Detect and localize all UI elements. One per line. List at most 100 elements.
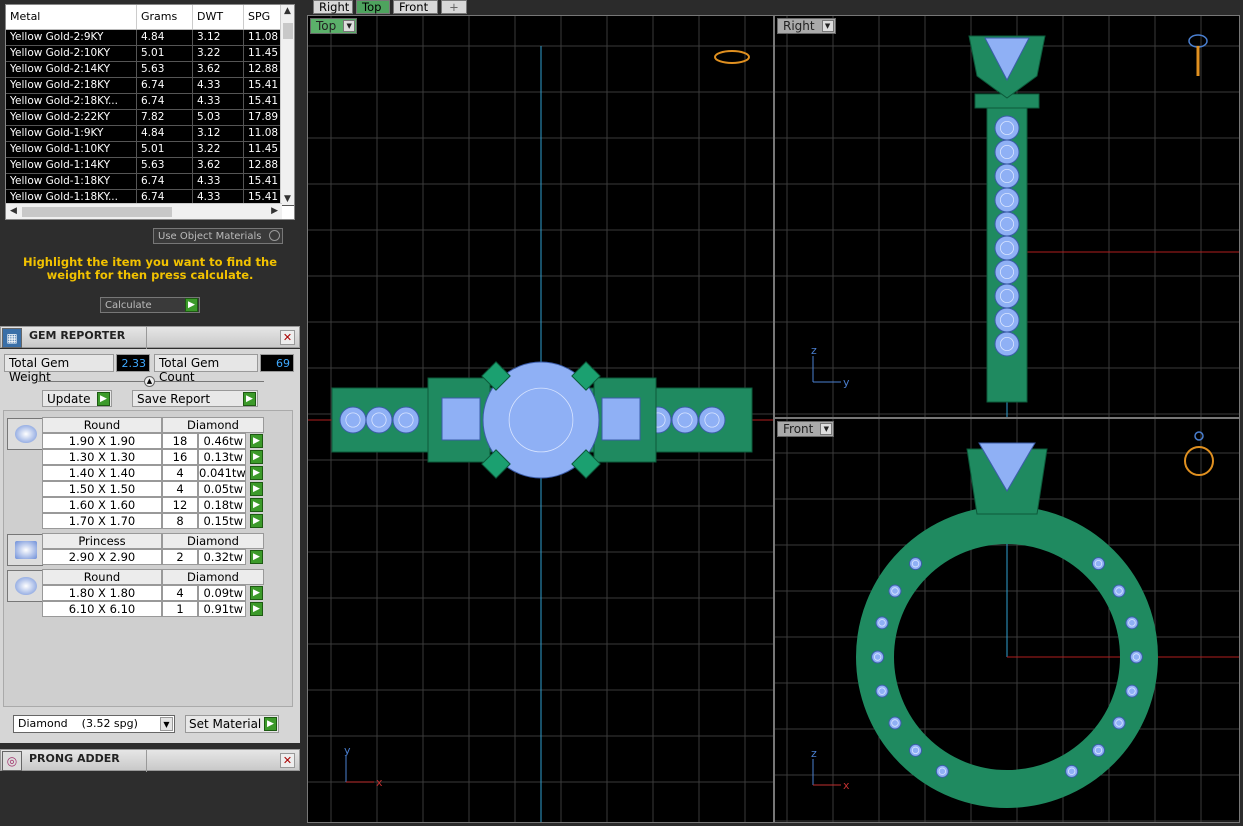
gem-stone [994,139,1020,165]
gem-stone [994,163,1020,189]
gem-size: 1.50 X 1.50 [42,481,162,497]
table-cell: 3.62 [193,158,244,173]
gem-count: 16 [162,449,198,465]
table-cell: Yellow Gold-2:10KY [6,46,137,61]
viewport-top-label[interactable]: Top ▼ [310,18,358,34]
top-view-canvas[interactable]: yx [308,16,774,823]
axis-label: y [344,744,351,757]
table-cell: 11.45 [244,142,282,157]
material-select[interactable]: Diamond (3.52 spg) ▼ [13,715,175,733]
gem-row[interactable]: 6.10 X 6.10 1 0.91tw ▶ [42,601,263,617]
toggle-indicator-icon [269,230,280,241]
table-row[interactable]: Yellow Gold-2:22KY 7.82 5.03 17.89 [6,110,294,126]
viewport-front-label[interactable]: Front ▼ [777,421,835,437]
gem-row[interactable]: 1.80 X 1.80 4 0.09tw ▶ [42,585,263,601]
gem-reporter-header[interactable]: ▦ GEM REPORTER ✕ [0,326,300,349]
table-row[interactable]: Yellow Gold-2:14KY 5.63 3.62 12.88 [6,62,294,78]
prong-adder-header[interactable]: ◎ PRONG ADDER ✕ [0,749,300,772]
table-cell: Yellow Gold-2:18KY [6,78,137,93]
gem-stone [909,743,923,757]
round-gem-icon[interactable] [7,570,43,602]
calculate-button[interactable]: Calculate ▶ [100,297,200,313]
gem-stone [909,557,923,571]
select-row-button[interactable]: ▶ [250,514,263,528]
add-tab-icon[interactable]: + [441,0,467,14]
select-row-button[interactable]: ▶ [250,550,263,564]
select-row-button[interactable]: ▶ [250,498,263,512]
divider [146,750,147,772]
metal-weight-table[interactable]: Metal Grams DWT SPG Yellow Gold-2:9KY 4.8… [5,4,295,220]
round-gem-icon[interactable] [7,418,43,450]
ring-right-view [968,35,1046,403]
set-material-button[interactable]: Set Material ▶ [185,715,279,733]
gem-row[interactable]: 1.60 X 1.60 12 0.18tw ▶ [42,497,263,513]
scroll-thumb[interactable] [283,23,293,39]
viewport-top[interactable]: yx Top ▼ [307,15,774,823]
chevron-down-icon: ▼ [160,717,173,731]
select-row-button[interactable]: ▶ [250,482,263,496]
table-row[interactable]: Yellow Gold-2:10KY 5.01 3.22 11.45 [6,46,294,62]
table-cell: 5.01 [137,142,193,157]
gem-shape-icon [15,541,37,559]
gem-row[interactable]: 1.50 X 1.50 4 0.05tw ▶ [42,481,263,497]
table-row[interactable]: Yellow Gold-1:14KY 5.63 3.62 12.88 [6,158,294,174]
right-view-canvas[interactable]: zy [775,16,1240,418]
viewport-tab-bar: Right Top Front + [300,0,1243,15]
collapse-icon[interactable]: ▲ [144,376,155,387]
table-cell: 12.88 [244,62,282,77]
table-row[interactable]: Yellow Gold-2:18KY 6.74 4.33 15.41 [6,78,294,94]
gem-row[interactable]: 1.70 X 1.70 8 0.15tw ▶ [42,513,263,529]
scroll-right-icon[interactable]: ▶ [271,206,278,216]
vertical-scrollbar[interactable]: ▲ ▼ [280,5,294,205]
use-object-materials-toggle[interactable]: Use Object Materials [153,228,283,244]
table-cell: 4.33 [193,78,244,93]
select-row-button[interactable]: ▶ [250,586,263,600]
gem-material: Diamond [162,533,264,549]
column-header-dwt[interactable]: DWT [193,5,244,29]
select-row-button[interactable]: ▶ [250,450,263,464]
table-row[interactable]: Yellow Gold-1:18KY 6.74 4.33 15.41 [6,174,294,190]
select-row-button[interactable]: ▶ [250,602,263,616]
table-cell: 4.84 [137,126,193,141]
select-row-button[interactable]: ▶ [250,466,263,480]
table-cell: 11.45 [244,46,282,61]
table-cell: 4.33 [193,174,244,189]
gem-row[interactable]: 1.30 X 1.30 16 0.13tw ▶ [42,449,263,465]
horizontal-scrollbar[interactable]: ◀ ▶ [6,203,282,219]
tab-front[interactable]: Front [393,0,438,14]
gem-weight: 0.13tw [198,449,246,465]
table-row[interactable]: Yellow Gold-2:9KY 4.84 3.12 11.08 [6,30,294,46]
column-header-metal[interactable]: Metal [6,5,137,29]
close-icon[interactable]: ✕ [280,330,295,345]
select-row-button[interactable]: ▶ [250,434,263,448]
viewport-front[interactable]: zx Front ▼ [774,418,1240,823]
gem-material: Diamond [162,417,264,433]
divider [146,327,147,349]
gem-row[interactable]: 2.90 X 2.90 2 0.32tw ▶ [42,549,263,565]
view-orientation-icon [1188,34,1208,48]
close-icon[interactable]: ✕ [280,753,295,768]
table-row[interactable]: Yellow Gold-1:9KY 4.84 3.12 11.08 [6,126,294,142]
gem-count: 4 [162,585,198,601]
gem-shape: Round [42,417,162,433]
save-report-button[interactable]: Save Report ▶ [132,390,258,407]
table-row[interactable]: Yellow Gold-2:18KY... 6.74 4.33 15.41 [6,94,294,110]
tab-top[interactable]: Top [356,0,390,14]
scroll-down-icon[interactable]: ▼ [284,194,291,204]
viewport-right-label[interactable]: Right ▼ [777,18,836,34]
update-button[interactable]: Update ▶ [42,390,112,407]
princess-gem-icon[interactable] [7,534,43,566]
scroll-left-icon[interactable]: ◀ [10,206,17,216]
table-cell: 17.89 [244,110,282,125]
front-view-canvas[interactable]: zx [775,419,1240,823]
table-row[interactable]: Yellow Gold-1:10KY 5.01 3.22 11.45 [6,142,294,158]
gem-row[interactable]: 1.40 X 1.40 4 0.041tw ▶ [42,465,263,481]
tab-right[interactable]: Right [313,0,353,14]
column-header-spg[interactable]: SPG [244,5,282,29]
scroll-up-icon[interactable]: ▲ [284,6,291,16]
column-header-grams[interactable]: Grams [137,5,193,29]
viewport-right[interactable]: zy Right ▼ [774,15,1240,418]
scroll-thumb[interactable] [22,207,172,217]
total-gem-count-label: Total Gem Count [154,354,258,384]
gem-row[interactable]: 1.90 X 1.90 18 0.46tw ▶ [42,433,263,449]
